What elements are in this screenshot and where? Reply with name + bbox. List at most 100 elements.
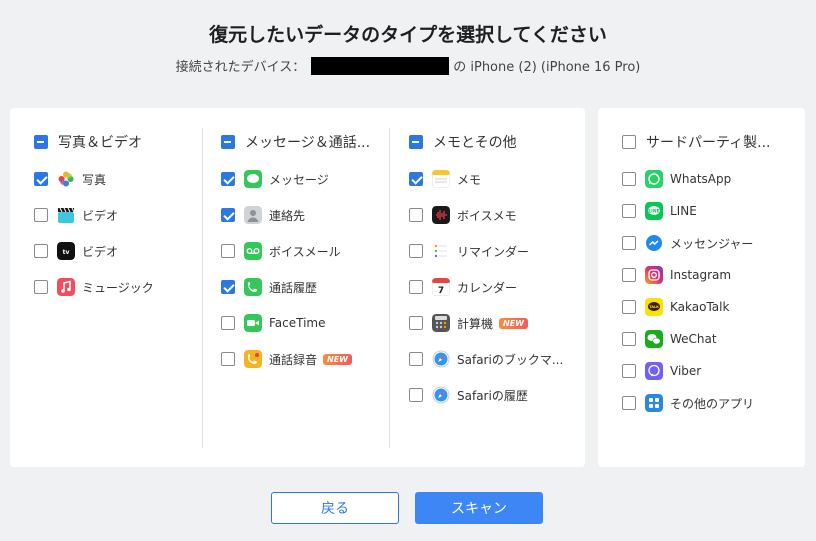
- item-label: WhatsApp: [670, 172, 732, 186]
- third-party-panel: サードパーティ製... WhatsApp LINE LINE メッセンジャー Instag…: [598, 108, 805, 467]
- item-checkbox[interactable]: [221, 208, 235, 222]
- column-notes-other: メモとその他 メモボイスメモリマインダー 7 カレンダー 計算機 NEW Safariのブッ…: [385, 108, 585, 467]
- data-type-item[interactable]: LINE LINE: [622, 202, 697, 220]
- item-checkbox[interactable]: [221, 316, 235, 330]
- data-type-item[interactable]: その他のアプリ: [622, 394, 754, 412]
- item-checkbox[interactable]: [221, 280, 235, 294]
- category-panel: 写真＆ビデオ写真ビデオ tv ビデオミュージック メッセージ＆通話... メッセージ連…: [10, 108, 585, 467]
- item-checkbox[interactable]: [221, 244, 235, 258]
- item-checkbox[interactable]: [409, 316, 423, 330]
- item-label: 通話履歴: [269, 280, 318, 295]
- item-checkbox[interactable]: [622, 268, 636, 282]
- column-header[interactable]: メモとその他: [409, 132, 517, 152]
- data-type-item[interactable]: Viber: [622, 362, 701, 380]
- select-all-checkbox[interactable]: [622, 135, 636, 149]
- reminders-icon: [432, 242, 450, 260]
- data-type-item[interactable]: Safariのブックマ...: [409, 350, 563, 368]
- data-type-item[interactable]: tv ビデオ: [34, 242, 118, 260]
- item-label: 写真: [82, 172, 107, 187]
- calendar-icon: 7: [432, 278, 450, 296]
- voicemail-icon: [244, 242, 262, 260]
- item-checkbox[interactable]: [409, 244, 423, 258]
- data-type-item[interactable]: 写真: [34, 170, 106, 188]
- item-checkbox[interactable]: [622, 236, 636, 250]
- item-label: 連絡先: [269, 208, 306, 223]
- kakaotalk-icon: TALK: [645, 298, 663, 316]
- svg-text:tv: tv: [63, 249, 70, 256]
- data-type-item[interactable]: メモ: [409, 170, 481, 188]
- data-type-item[interactable]: 通話履歴: [221, 278, 317, 296]
- item-checkbox[interactable]: [221, 352, 235, 366]
- svg-text:TALK: TALK: [649, 305, 659, 309]
- notes-icon: [432, 170, 450, 188]
- safari-icon: [432, 386, 450, 404]
- data-type-item[interactable]: WeChat: [622, 330, 717, 348]
- item-label: ビデオ: [82, 208, 119, 223]
- item-label: Instagram: [670, 268, 732, 282]
- item-label: ミュージック: [82, 280, 154, 295]
- column-header-label: サードパーティ製...: [646, 135, 771, 151]
- instagram-icon: [645, 266, 663, 284]
- item-checkbox[interactable]: [622, 300, 636, 314]
- data-type-item[interactable]: 計算機 NEW: [409, 314, 528, 332]
- device-suffix: の iPhone (2) (iPhone 16 Pro): [453, 60, 641, 75]
- select-all-checkbox[interactable]: [409, 135, 423, 149]
- item-checkbox[interactable]: [622, 172, 636, 186]
- item-checkbox[interactable]: [34, 244, 48, 258]
- calculator-icon: [432, 314, 450, 332]
- svg-text:LINE: LINE: [648, 209, 659, 215]
- data-type-item[interactable]: 通話録音 NEW: [221, 350, 352, 368]
- item-label: WeChat: [670, 332, 717, 346]
- item-label: Safariの履歴: [457, 388, 528, 403]
- item-checkbox[interactable]: [409, 388, 423, 402]
- data-type-item[interactable]: ボイスメール: [221, 242, 341, 260]
- safari-icon: [432, 350, 450, 368]
- data-type-item[interactable]: FaceTime: [221, 314, 326, 332]
- column-third-party: サードパーティ製... WhatsApp LINE LINE メッセンジャー Instag…: [598, 108, 805, 467]
- data-type-item[interactable]: ボイスメモ: [409, 206, 517, 224]
- item-checkbox[interactable]: [34, 208, 48, 222]
- column-header[interactable]: 写真＆ビデオ: [34, 132, 142, 152]
- data-type-item[interactable]: メッセンジャー: [622, 234, 753, 252]
- item-checkbox[interactable]: [409, 208, 423, 222]
- select-all-checkbox[interactable]: [34, 135, 48, 149]
- new-badge: NEW: [499, 317, 528, 329]
- item-checkbox[interactable]: [34, 280, 48, 294]
- data-type-item[interactable]: メッセージ: [221, 170, 329, 188]
- scan-button[interactable]: スキャン: [415, 492, 543, 524]
- call-recording-icon: [244, 350, 262, 368]
- data-type-item[interactable]: TALK KakaoTalk: [622, 298, 729, 316]
- item-checkbox[interactable]: [622, 332, 636, 346]
- item-checkbox[interactable]: [409, 280, 423, 294]
- data-type-item[interactable]: 連絡先: [221, 206, 305, 224]
- item-checkbox[interactable]: [409, 172, 423, 186]
- item-checkbox[interactable]: [409, 352, 423, 366]
- data-type-item[interactable]: ミュージック: [34, 278, 154, 296]
- data-type-item[interactable]: Instagram: [622, 266, 731, 284]
- apple-tv-icon: tv: [57, 242, 75, 260]
- item-checkbox[interactable]: [34, 172, 48, 186]
- data-type-item[interactable]: 7 カレンダー: [409, 278, 517, 296]
- item-checkbox[interactable]: [622, 396, 636, 410]
- item-checkbox[interactable]: [221, 172, 235, 186]
- column-photos-video: 写真＆ビデオ写真ビデオ tv ビデオミュージック: [10, 108, 202, 467]
- back-button[interactable]: 戻る: [271, 492, 399, 524]
- data-type-item[interactable]: WhatsApp: [622, 170, 731, 188]
- svg-text:7: 7: [438, 286, 444, 296]
- item-checkbox[interactable]: [622, 364, 636, 378]
- column-header[interactable]: サードパーティ製...: [622, 132, 771, 152]
- select-all-checkbox[interactable]: [221, 135, 235, 149]
- item-label: メッセージ: [269, 172, 329, 187]
- device-info: 接続されたデバイス： の iPhone (2) (iPhone 16 Pro): [0, 56, 816, 75]
- item-checkbox[interactable]: [622, 204, 636, 218]
- item-label: ビデオ: [82, 244, 119, 259]
- phone-icon: [244, 278, 262, 296]
- new-badge: NEW: [323, 353, 352, 365]
- column-header-label: 写真＆ビデオ: [58, 135, 142, 151]
- data-type-item[interactable]: Safariの履歴: [409, 386, 528, 404]
- item-label: KakaoTalk: [670, 300, 730, 314]
- column-header[interactable]: メッセージ＆通話...: [221, 132, 370, 152]
- data-type-item[interactable]: ビデオ: [34, 206, 118, 224]
- data-type-item[interactable]: リマインダー: [409, 242, 529, 260]
- item-label: リマインダー: [457, 244, 530, 259]
